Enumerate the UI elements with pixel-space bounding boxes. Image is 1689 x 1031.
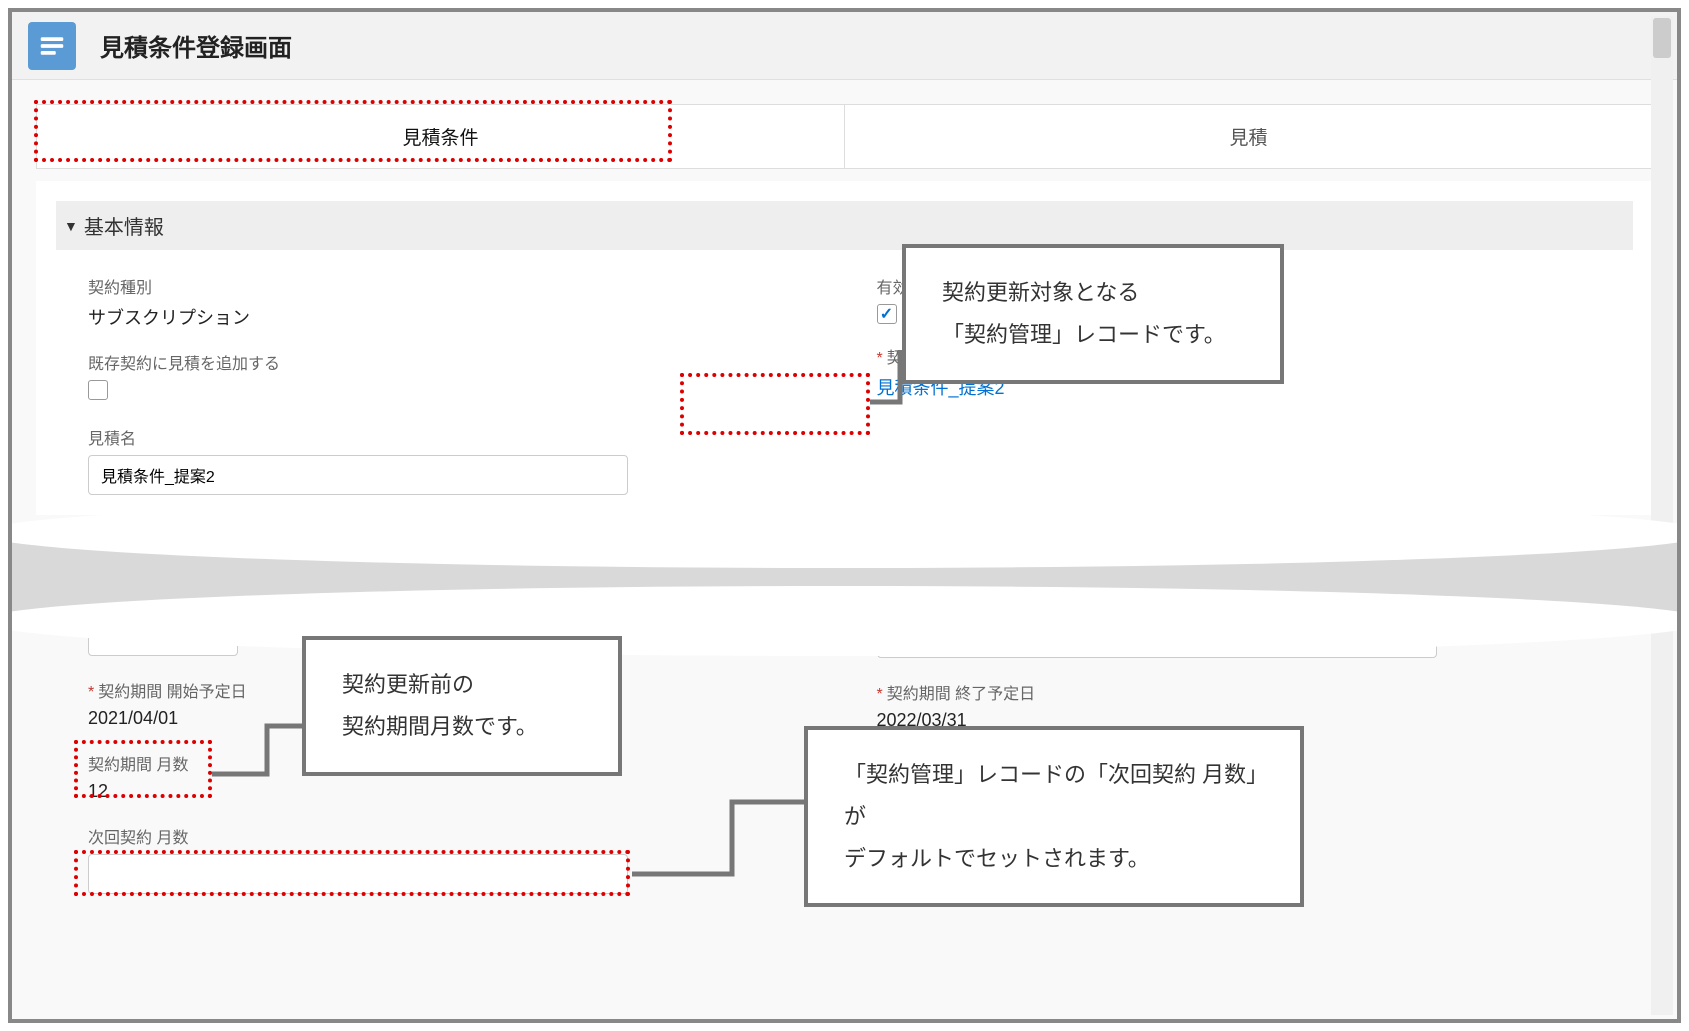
add-to-existing-label: 既存契約に見積を追加する [88,350,845,374]
section-panel: ▼ 基本情報 契約種別 サブスクリプション 既存契約に見積を追加する 見積名 有… [36,181,1653,515]
callout-months: 契約更新前の 契約期間月数です。 [302,636,622,776]
callout-line: 「契約管理」レコードの「次回契約 月数」が [844,754,1264,838]
page-frame: 見積条件登録画面 見積条件 見積 ▼ 基本情報 契約種別 サブスクリプション 既… [8,8,1681,1023]
valid-checkbox[interactable]: ✓ [877,304,897,324]
tabs: 見積条件 見積 [36,104,1653,169]
estimate-name-input[interactable] [88,455,628,495]
callout-line: 契約更新対象となる [942,272,1244,314]
section-header-basic[interactable]: ▼ 基本情報 [56,201,1633,250]
callout-line: デフォルトでセットされます。 [844,838,1264,880]
wave-cut-top [8,498,1681,568]
callout-line: 契約期間月数です。 [342,706,582,748]
tab-estimate[interactable]: 見積 [845,104,1653,168]
callout-line: 「契約管理」レコードです。 [942,314,1244,356]
vertical-scrollbar[interactable] [1651,16,1673,1015]
add-to-existing-checkbox[interactable] [88,380,108,400]
section-title: 基本情報 [84,211,164,240]
col-left: 契約種別 サブスクリプション 既存契約に見積を追加する 見積名 [56,274,845,495]
document-icon [37,31,67,61]
end-date-label: *契約期間 終了予定日 [877,680,1634,704]
chevron-down-icon: ▼ [64,218,78,234]
page-title: 見積条件登録画面 [100,28,292,63]
required-asterisk: * [88,684,94,701]
callout-next-months: 「契約管理」レコードの「次回契約 月数」が デフォルトでセットされます。 [804,726,1304,907]
content-area: 見積条件 見積 ▼ 基本情報 契約種別 サブスクリプション 既存契約に見積を追加… [12,80,1677,1019]
required-asterisk: * [877,350,883,367]
wave-cut-bottom [8,586,1681,656]
tab-estimate-conditions[interactable]: 見積条件 [36,104,845,168]
next-months-label: 次回契約 月数 [88,824,845,848]
field-grid-1: 契約種別 サブスクリプション 既存契約に見積を追加する 見積名 有効 ✓ *契 [56,274,1633,495]
callout-line: 契約更新前の [342,664,582,706]
contract-type-label: 契約種別 [88,274,845,298]
next-months-input[interactable] [88,854,628,894]
months-value: 12 [88,781,845,802]
app-icon [28,22,76,70]
contract-type-value: サブスクリプション [88,304,845,330]
scrollbar-thumb[interactable] [1653,18,1671,58]
callout-contract-mgmt: 契約更新対象となる 「契約管理」レコードです。 [902,244,1284,384]
estimate-name-label: 見積名 [88,425,845,449]
required-asterisk: * [877,686,883,703]
header-bar: 見積条件登録画面 [12,12,1677,80]
